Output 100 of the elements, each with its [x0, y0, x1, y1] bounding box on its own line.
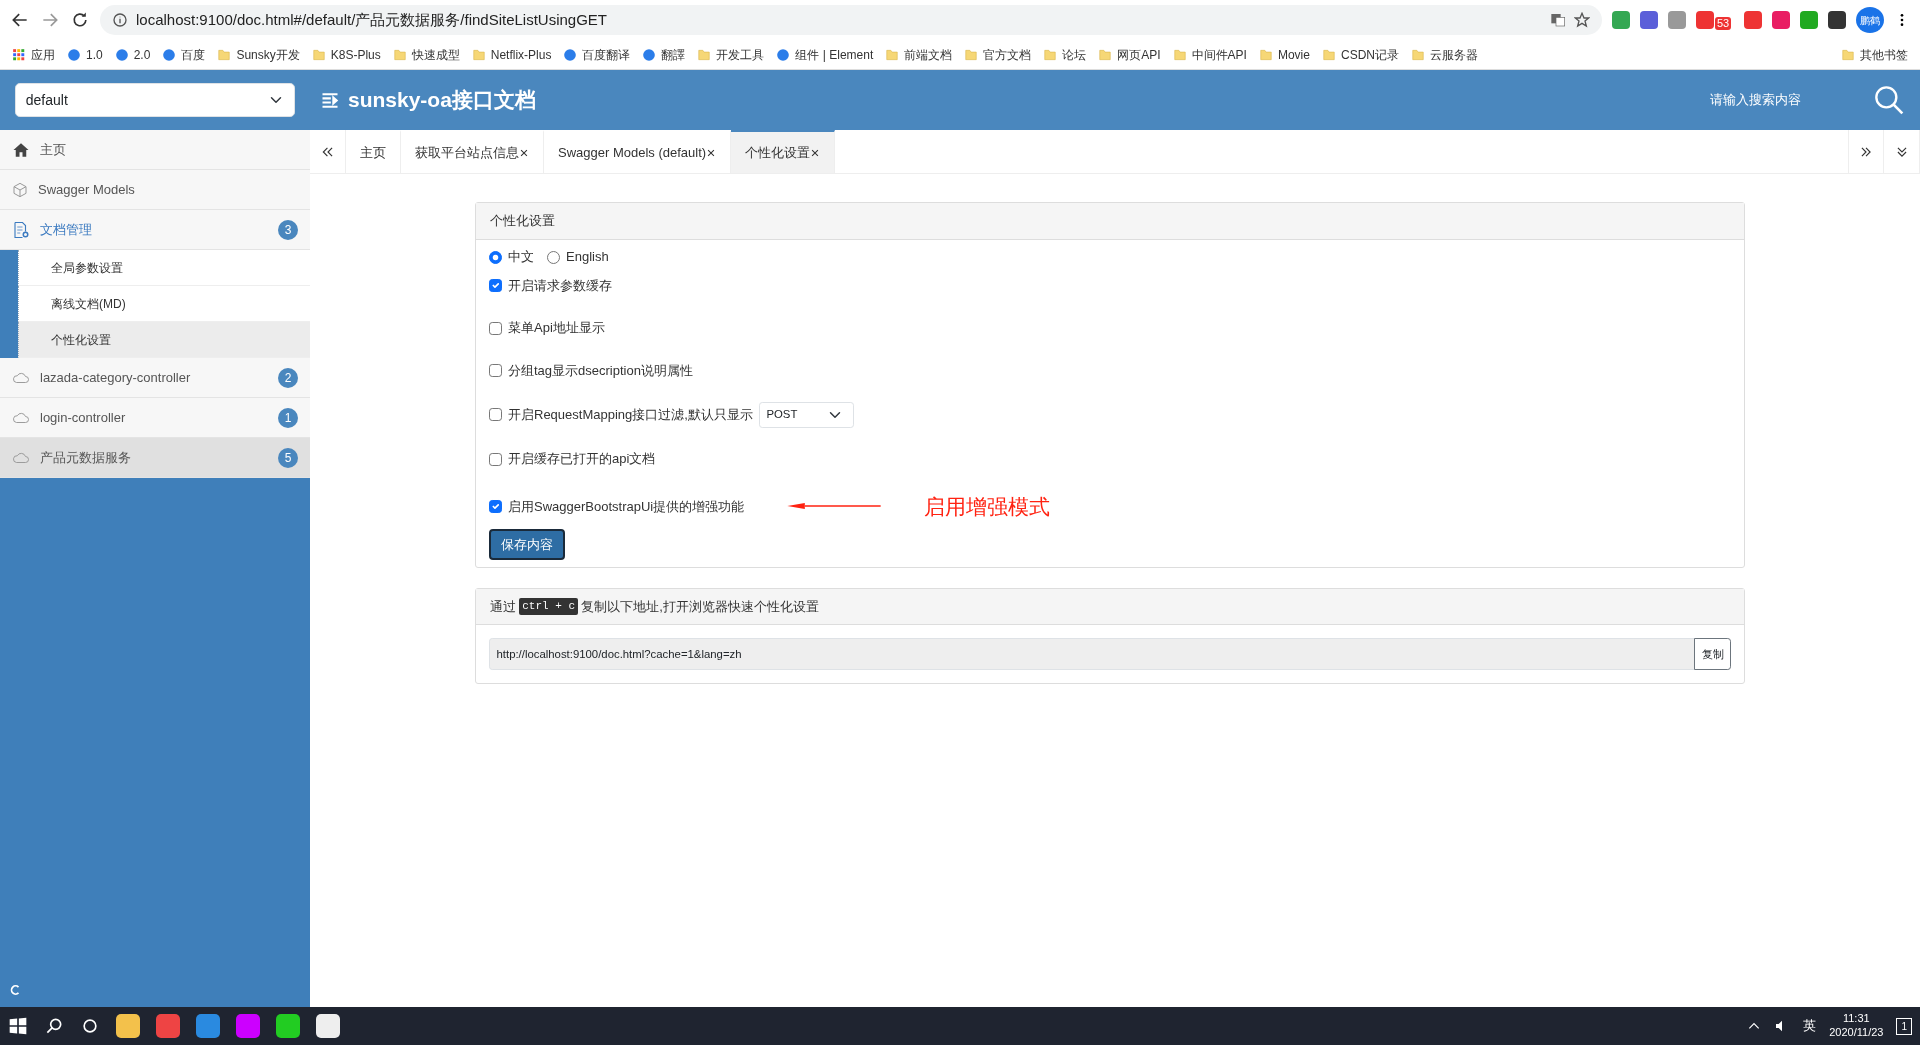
sidebar-label: 文档管理: [40, 220, 92, 239]
taskbar-app-icon[interactable]: [116, 1014, 140, 1038]
bookmark[interactable]: 翻譯: [642, 45, 686, 64]
extension-badge: 53: [1715, 17, 1732, 31]
circle-icon[interactable]: [80, 1016, 100, 1036]
folder-icon: [697, 47, 712, 62]
extension-icon[interactable]: [1640, 11, 1658, 29]
option-label: 菜单Api地址显示: [508, 319, 605, 338]
bookmark[interactable]: 论坛: [1043, 45, 1087, 64]
folder-icon: [1841, 47, 1855, 62]
site-icon: [563, 47, 578, 62]
bookmark[interactable]: 应用: [12, 45, 55, 64]
bookmark[interactable]: 1.0: [67, 45, 103, 64]
taskbar-app-icon[interactable]: [276, 1014, 300, 1038]
address-bar[interactable]: localhost:9100/doc.html#/default/产品元数据服务/findSiteListUsingGET: [100, 5, 1602, 35]
folder-icon: [1098, 47, 1113, 62]
folder-icon: [885, 47, 900, 62]
bookmark[interactable]: 2.0: [114, 45, 151, 64]
bookmark[interactable]: 百度翻译: [563, 45, 631, 64]
option-label: 分组tag显示dsecription说明属性: [508, 361, 693, 380]
close-icon[interactable]: [810, 147, 821, 158]
sidebar-item[interactable]: 文档管理 3: [0, 210, 310, 250]
option-label: 启用SwaggerBootstrapUi提供的增强功能: [508, 497, 745, 516]
sidebar-item[interactable]: 主页: [0, 130, 310, 170]
bookmark[interactable]: 中间件API: [1172, 45, 1247, 64]
sidebar-label: 主页: [40, 140, 66, 159]
folder-icon: [1321, 47, 1336, 62]
sidebar-label: lazada-category-controller: [40, 368, 191, 387]
bookmark[interactable]: 官方文档: [964, 45, 1032, 64]
site-icon: [776, 47, 791, 62]
sidebar-label: Swagger Models: [38, 180, 135, 199]
sidebar-subitem[interactable]: 个性化设置: [18, 322, 310, 358]
sidebar-item[interactable]: login-controller 1: [0, 398, 310, 438]
folder-icon: [1258, 47, 1273, 62]
folder-icon: [1043, 47, 1058, 62]
option-checkbox[interactable]: [489, 452, 502, 466]
sidebar-subitem[interactable]: 离线文档(MD): [18, 286, 310, 322]
language-radio[interactable]: [489, 250, 502, 264]
folder-icon: [964, 47, 979, 62]
bookmark[interactable]: 其他书签: [1841, 45, 1908, 64]
panel-title: 复制以下地址,打开浏览器快速个性化设置: [581, 597, 819, 616]
option-checkbox[interactable]: [489, 321, 502, 335]
save-button[interactable]: 保存内容: [489, 528, 565, 561]
group-select[interactable]: default: [15, 83, 295, 117]
translate-icon[interactable]: [1550, 12, 1566, 28]
url-text: localhost:9100/doc.html#/default/产品元数据服务/findSiteListUsingGET: [136, 9, 608, 30]
sidebar-item[interactable]: lazada-category-controller 2: [0, 358, 310, 398]
site-icon: [114, 47, 129, 62]
method-select[interactable]: POST: [758, 402, 854, 428]
language-radio[interactable]: [547, 250, 560, 264]
extension-icon[interactable]: [1828, 11, 1846, 29]
url-field[interactable]: http://localhost:9100/doc.html?cache=1&lang=zh: [489, 638, 1695, 671]
bookmark[interactable]: K8S-Plus: [311, 45, 381, 64]
copy-button[interactable]: 复制: [1694, 638, 1731, 671]
option-label: 中文: [508, 248, 534, 267]
option-label: 开启RequestMapping接口过滤,默认只显示: [508, 406, 753, 425]
bookmark[interactable]: CSDN记录: [1321, 45, 1399, 64]
notification-button[interactable]: 1: [1896, 1017, 1912, 1035]
shortcut-key: ctrl + c: [519, 598, 579, 615]
folder-icon: [1172, 47, 1187, 62]
bookmark[interactable]: 前端文档: [885, 45, 953, 64]
bookmark[interactable]: 开发工具: [697, 45, 765, 64]
sidebar-subitem[interactable]: 全局参数设置: [18, 250, 310, 286]
ime-indicator[interactable]: 英: [1803, 1016, 1817, 1036]
option-checkbox[interactable]: [489, 279, 502, 292]
bookmark[interactable]: Netflix-Plus: [471, 45, 552, 64]
app-title: sunsky-oa接口文档: [348, 87, 536, 114]
option-checkbox[interactable]: [489, 408, 502, 422]
sidebar-item[interactable]: Swagger Models: [0, 170, 310, 210]
option-checkbox[interactable]: [489, 364, 502, 377]
bookmark[interactable]: 云服务器: [1411, 45, 1478, 64]
bookmark[interactable]: 快速成型: [392, 45, 460, 64]
option-checkbox[interactable]: [489, 499, 502, 513]
site-icon: [162, 47, 177, 62]
count-badge: 3: [278, 219, 298, 240]
clock-time: 11:31: [1842, 1012, 1870, 1026]
search-field[interactable]: 请输入搜索内容: [1708, 89, 1848, 111]
search-icon[interactable]: [44, 1016, 64, 1036]
sidebar-item[interactable]: 产品元数据服务 5: [0, 438, 310, 478]
profile-avatar[interactable]: 鹏鹤: [1856, 7, 1884, 33]
cube-icon: [12, 181, 28, 198]
close-icon[interactable]: [519, 147, 529, 158]
bookmark[interactable]: 网页API: [1098, 45, 1161, 64]
double-right-icon[interactable]: [1859, 144, 1873, 159]
bookmark[interactable]: Movie: [1258, 45, 1310, 64]
close-icon[interactable]: [706, 147, 717, 158]
bookmark[interactable]: 百度: [162, 45, 206, 64]
bookmark[interactable]: Sunsky开发: [217, 45, 300, 64]
bookmark[interactable]: 组件 | Element: [776, 45, 874, 64]
option-label: 开启缓存已打开的api文档: [508, 450, 656, 469]
windows-icon[interactable]: [8, 1016, 28, 1036]
taskbar-app-icon[interactable]: [316, 1014, 340, 1038]
sidebar-label: 产品元数据服务: [40, 448, 131, 467]
option-label: English: [566, 248, 609, 267]
annotation-text: 启用增强模式: [924, 493, 1051, 520]
tab[interactable]: 个性化设置: [731, 130, 836, 173]
document-gear-icon: [12, 220, 30, 239]
reload-icon[interactable]: [70, 10, 90, 30]
folder-icon: [471, 47, 486, 62]
star-icon[interactable]: [1574, 12, 1590, 28]
